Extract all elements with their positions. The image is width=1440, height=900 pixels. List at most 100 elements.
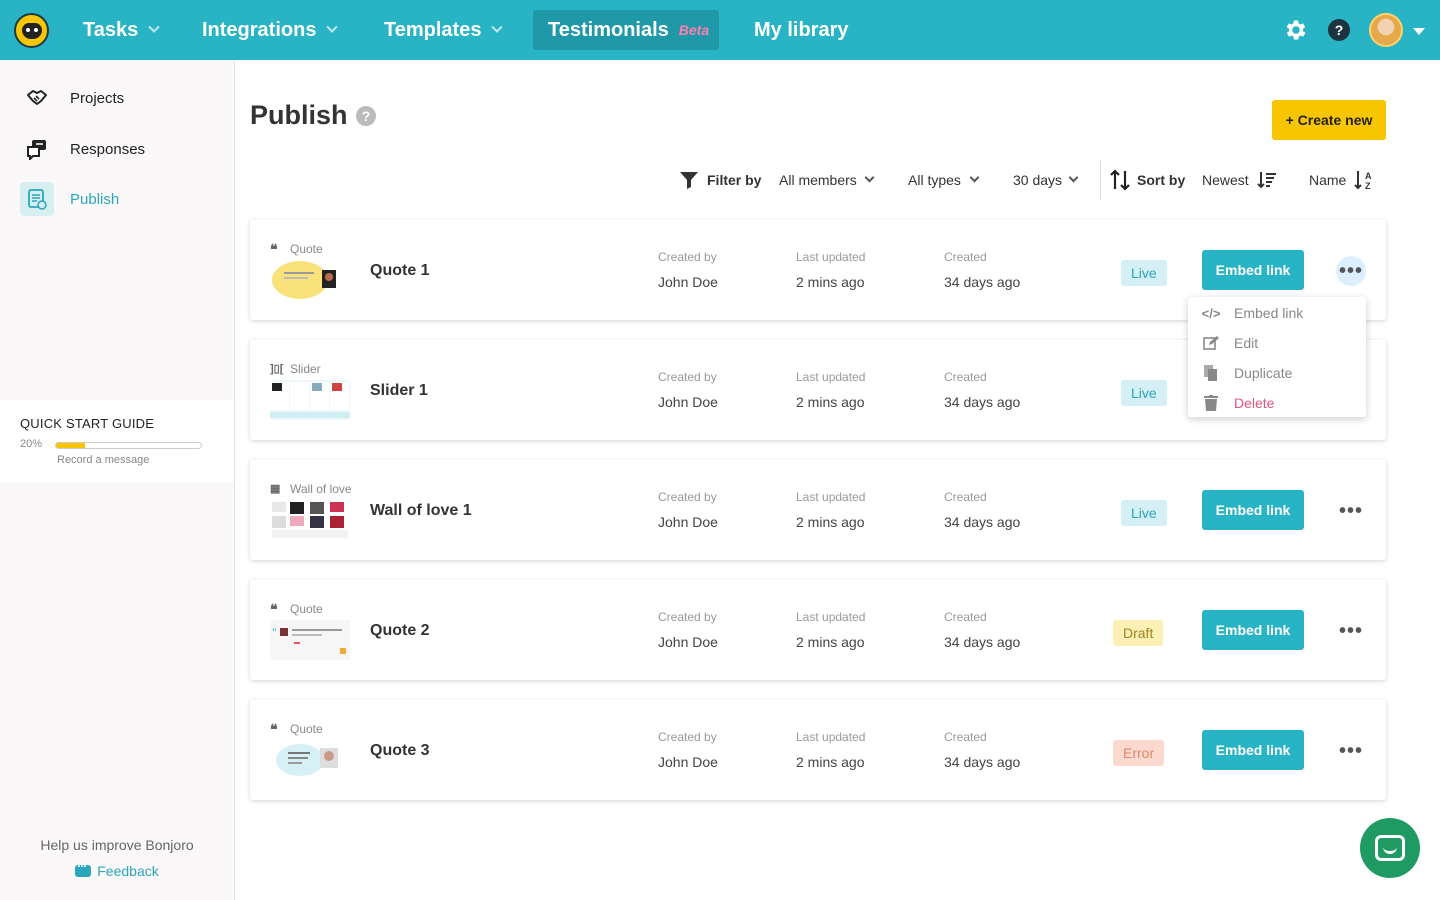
- filter-by-label: Filter by: [707, 172, 762, 188]
- help-icon[interactable]: ?: [1326, 17, 1352, 43]
- bonjoro-logo[interactable]: [14, 13, 49, 48]
- item-type: ]▯[Slider: [270, 362, 321, 376]
- logo-face-icon: [21, 22, 42, 39]
- period-filter[interactable]: 30 days: [1013, 172, 1062, 188]
- sidebar: Projects Responses Publish QUICK START G…: [0, 60, 235, 900]
- chevron-down-icon[interactable]: [864, 172, 875, 183]
- item-name[interactable]: Quote 2: [370, 622, 430, 640]
- top-navigation: Tasks Integrations Templates Testimonial…: [0, 0, 1440, 60]
- more-options-icon[interactable]: •••: [1336, 616, 1366, 646]
- last-updated-label: Last updated: [796, 250, 866, 264]
- created-value: 34 days ago: [944, 394, 1021, 410]
- nav-templates[interactable]: Templates: [369, 10, 516, 50]
- quick-start-progress-fill: [56, 443, 85, 448]
- item-thumbnail: [270, 260, 350, 300]
- created-by-value: John Doe: [658, 394, 718, 410]
- item-type: ❝ Quote: [270, 722, 323, 736]
- embed-link-button[interactable]: Embed link: [1202, 490, 1304, 530]
- menu-item-embed-link[interactable]: </> Embed link: [1201, 301, 1304, 325]
- created-by-label: Created by: [658, 730, 717, 744]
- feedback-link[interactable]: Feedback: [0, 859, 234, 879]
- quote-icon: ❝: [270, 721, 278, 737]
- embed-link-button[interactable]: Embed link: [1202, 250, 1304, 290]
- item-name[interactable]: Quote 1: [370, 262, 430, 280]
- code-icon: </>: [1201, 305, 1221, 321]
- item-thumbnail: ": [270, 620, 350, 660]
- created-by-label: Created by: [658, 490, 717, 504]
- edit-icon: [1202, 334, 1220, 352]
- publish-item-card[interactable]: ▦ Wall of love Wall of love 1 Created by …: [250, 460, 1386, 560]
- item-type-label: Quote: [290, 602, 323, 616]
- publish-item-card[interactable]: ❝ Quote Quote 3 Created by John Doe Last …: [250, 700, 1386, 800]
- nav-my-library-label: My library: [754, 18, 849, 41]
- sort-arrows-icon: [1109, 169, 1131, 196]
- chevron-down-icon: [148, 21, 160, 33]
- sort-name[interactable]: Name: [1309, 172, 1346, 188]
- support-chat-launcher[interactable]: [1360, 818, 1420, 878]
- avatar-caret-down-icon[interactable]: [1413, 28, 1425, 35]
- slider-icon: ]▯[: [270, 363, 284, 375]
- sidebar-item-publish[interactable]: Publish: [20, 181, 119, 217]
- menu-item-label: Delete: [1234, 395, 1275, 411]
- chevron-down-icon[interactable]: [969, 172, 980, 183]
- menu-item-delete[interactable]: Delete: [1202, 391, 1274, 415]
- menu-item-duplicate[interactable]: Duplicate: [1202, 361, 1292, 385]
- types-filter[interactable]: All types: [908, 172, 961, 188]
- settings-gear-icon[interactable]: [1283, 17, 1309, 43]
- help-question-icon[interactable]: ?: [356, 106, 376, 126]
- sort-newest[interactable]: Newest: [1202, 172, 1249, 188]
- more-options-icon[interactable]: •••: [1336, 256, 1366, 286]
- last-updated-label: Last updated: [796, 730, 866, 744]
- embed-link-button[interactable]: Embed link: [1202, 610, 1304, 650]
- item-thumbnail: [270, 380, 350, 420]
- menu-item-edit[interactable]: Edit: [1202, 331, 1258, 355]
- sidebar-item-label: Responses: [70, 140, 146, 158]
- svg-text:": ": [272, 625, 277, 639]
- chat-bubbles-icon: [20, 132, 54, 166]
- status-badge: Draft: [1113, 620, 1164, 646]
- nav-testimonials[interactable]: Testimonials Beta: [533, 10, 719, 50]
- nav-tasks[interactable]: Tasks: [68, 10, 173, 50]
- sort-descending-icon[interactable]: [1257, 171, 1277, 194]
- item-name[interactable]: Wall of love 1: [370, 502, 472, 520]
- user-avatar[interactable]: [1369, 13, 1403, 47]
- quote-icon: ❝: [270, 241, 278, 257]
- sidebar-item-projects[interactable]: Projects: [20, 80, 124, 116]
- svg-text:A: A: [1365, 171, 1372, 181]
- last-updated-label: Last updated: [796, 610, 866, 624]
- more-options-icon[interactable]: •••: [1336, 496, 1366, 526]
- last-updated-value: 2 mins ago: [796, 754, 865, 770]
- sort-by-label: Sort by: [1137, 172, 1186, 188]
- page-title: Publish: [250, 100, 348, 130]
- item-thumbnail: [270, 740, 350, 780]
- created-by-label: Created by: [658, 610, 717, 624]
- publish-icon: [20, 182, 54, 216]
- nav-my-library[interactable]: My library: [739, 10, 863, 50]
- created-value: 34 days ago: [944, 274, 1021, 290]
- created-label: Created: [944, 610, 987, 624]
- quick-start-guide[interactable]: QUICK START GUIDE 20% Record a message: [0, 400, 234, 482]
- last-updated-label: Last updated: [796, 490, 866, 504]
- created-label: Created: [944, 250, 987, 264]
- more-options-icon[interactable]: •••: [1336, 736, 1366, 766]
- item-name[interactable]: Quote 3: [370, 742, 430, 760]
- last-updated-value: 2 mins ago: [796, 274, 865, 290]
- created-by-value: John Doe: [658, 514, 718, 530]
- members-filter[interactable]: All members: [779, 172, 857, 188]
- item-type: ❝ Quote: [270, 602, 323, 616]
- item-type: ▦ Wall of love: [270, 482, 352, 496]
- sort-alphabetical-icon[interactable]: AZ: [1354, 169, 1376, 196]
- last-updated-value: 2 mins ago: [796, 514, 865, 530]
- item-name[interactable]: Slider 1: [370, 382, 428, 400]
- nav-integrations[interactable]: Integrations: [187, 10, 351, 50]
- chevron-down-icon[interactable]: [1068, 172, 1079, 183]
- created-by-label: Created by: [658, 250, 717, 264]
- create-new-button[interactable]: + Create new: [1272, 100, 1386, 140]
- item-type: ❝ Quote: [270, 242, 323, 256]
- menu-item-label: Edit: [1234, 335, 1259, 351]
- sidebar-item-responses[interactable]: Responses: [20, 131, 145, 167]
- publish-item-card[interactable]: ❝ Quote " Quote 2 Created by John Doe Las…: [250, 580, 1386, 680]
- created-by-value: John Doe: [658, 754, 718, 770]
- embed-link-button[interactable]: Embed link: [1202, 730, 1304, 770]
- last-updated-value: 2 mins ago: [796, 394, 865, 410]
